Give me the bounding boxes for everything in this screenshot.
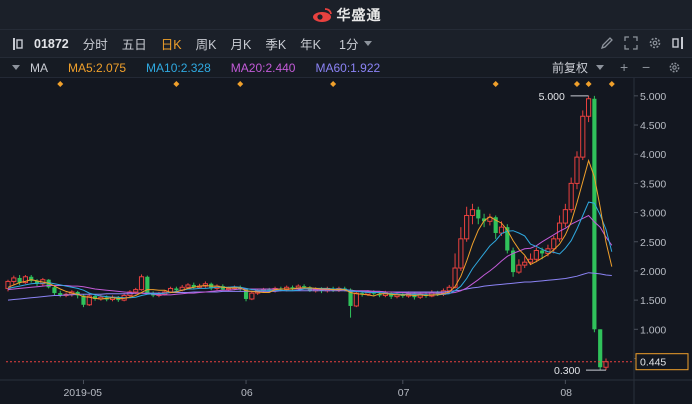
brand-name: 华盛通 bbox=[336, 6, 382, 23]
y-tick-label: 4.500 bbox=[640, 120, 666, 132]
candle-body-up[interactable] bbox=[522, 261, 528, 266]
candle-body-up[interactable] bbox=[353, 292, 359, 307]
indicator-settings-icon[interactable] bbox=[668, 61, 681, 74]
x-tick-label: 08 bbox=[560, 387, 572, 399]
chevron-down-icon bbox=[596, 65, 605, 70]
collapse-chevron-icon[interactable] bbox=[12, 65, 20, 70]
chart-toolbar: 01872 分时 五日 日K 周K 月K 季K 年K 1分 bbox=[0, 30, 692, 58]
candle-body-up[interactable] bbox=[226, 287, 232, 291]
y-tick-label: 2.000 bbox=[640, 266, 666, 278]
candle-body-down[interactable] bbox=[174, 288, 179, 291]
candle-body-up[interactable] bbox=[11, 277, 17, 282]
candle-body-up[interactable] bbox=[562, 209, 568, 224]
y-tick-label: 5.000 bbox=[640, 91, 666, 103]
tab-quarterly-k[interactable]: 季K bbox=[265, 34, 286, 53]
ma-indicator-bar: MA MA5:2.075 MA10:2.328 MA20:2.440 MA60:… bbox=[0, 58, 692, 78]
x-tick-label: 07 bbox=[398, 387, 410, 399]
event-marker-icon[interactable] bbox=[330, 81, 337, 87]
ma20-value: MA20:2.440 bbox=[230, 60, 296, 75]
y-tick-label: 1.500 bbox=[640, 295, 666, 307]
candle-body-up[interactable] bbox=[464, 214, 470, 240]
tab-monthly-k[interactable]: 月K bbox=[230, 34, 251, 53]
high-price-label: 5.000 bbox=[539, 91, 565, 103]
event-marker-icon[interactable] bbox=[173, 81, 180, 87]
event-marker-icon[interactable] bbox=[57, 81, 64, 87]
candle-body-down[interactable] bbox=[52, 287, 57, 294]
y-tick-label: 3.500 bbox=[640, 178, 666, 190]
price-adjust-dropdown[interactable]: 前复权 bbox=[552, 59, 605, 76]
ma5-line bbox=[7, 158, 613, 300]
last-price-value: 0.445 bbox=[640, 357, 666, 369]
y-tick-label: 2.500 bbox=[640, 237, 666, 249]
y-tick-label: 1.000 bbox=[640, 324, 666, 336]
expand-icon[interactable] bbox=[624, 36, 638, 50]
interval-dropdown[interactable]: 1分 bbox=[339, 34, 373, 53]
candle-body-up[interactable] bbox=[458, 238, 464, 269]
stock-code: 01872 bbox=[34, 36, 69, 51]
settings-gear-icon[interactable] bbox=[648, 36, 662, 50]
remove-indicator-button[interactable]: − bbox=[642, 59, 650, 75]
event-marker-icon[interactable] bbox=[608, 81, 615, 87]
candle-body-down[interactable] bbox=[540, 250, 545, 254]
tab-daily-k[interactable]: 日K bbox=[161, 34, 182, 53]
candle-body-up[interactable] bbox=[574, 156, 580, 184]
panel-toggle-icon[interactable] bbox=[12, 37, 24, 51]
ma5-value: MA5:2.075 bbox=[68, 60, 127, 75]
candle-body-up[interactable] bbox=[249, 292, 255, 300]
x-tick-label: 06 bbox=[241, 387, 253, 399]
candle-body-up[interactable] bbox=[580, 115, 586, 158]
candle-body-up[interactable] bbox=[568, 182, 574, 211]
ma10-value: MA10:2.328 bbox=[146, 60, 211, 75]
candle-body-up[interactable] bbox=[138, 276, 145, 291]
candle-body-up[interactable] bbox=[185, 284, 191, 288]
event-marker-icon[interactable] bbox=[585, 81, 592, 87]
candle-body-down[interactable] bbox=[592, 98, 597, 330]
brand-logo-icon bbox=[312, 7, 332, 22]
chevron-down-icon bbox=[364, 41, 373, 46]
candle-body-down[interactable] bbox=[302, 286, 307, 288]
ma20-line bbox=[7, 214, 613, 296]
tab-weekly-k[interactable]: 周K bbox=[196, 34, 217, 53]
y-tick-label: 4.000 bbox=[640, 149, 666, 161]
app-header: 华盛通 bbox=[0, 0, 692, 30]
x-tick-label: 2019-05 bbox=[63, 387, 102, 399]
candle-body-up[interactable] bbox=[551, 238, 557, 250]
event-marker-icon[interactable] bbox=[237, 81, 244, 87]
brand: 华盛通 bbox=[311, 5, 382, 25]
candle-body-down[interactable] bbox=[476, 209, 481, 219]
event-marker-icon[interactable] bbox=[573, 81, 580, 87]
candle-body-up[interactable] bbox=[469, 209, 476, 216]
ma60-value: MA60:1.922 bbox=[315, 60, 381, 75]
candle-body-up[interactable] bbox=[498, 226, 505, 234]
candle-body-up[interactable] bbox=[133, 289, 139, 293]
y-tick-label: 3.000 bbox=[640, 208, 666, 220]
add-indicator-button[interactable]: + bbox=[620, 59, 628, 75]
indicator-name[interactable]: MA bbox=[30, 61, 48, 75]
tab-intraday[interactable]: 分时 bbox=[83, 34, 108, 53]
draw-pen-icon[interactable] bbox=[600, 36, 614, 50]
price-adjust-label: 前复权 bbox=[552, 61, 589, 75]
candle-body-up[interactable] bbox=[585, 98, 592, 117]
toolbar-actions bbox=[600, 36, 684, 50]
panel-right-icon[interactable] bbox=[672, 36, 684, 50]
event-marker-icon[interactable] bbox=[492, 81, 499, 87]
candle-body-up[interactable] bbox=[603, 361, 609, 368]
candlestick-chart[interactable]: 5.000 4.500 4.000 3.500 3.000 2.500 2.000 1.500… bbox=[0, 78, 692, 404]
tab-yearly-k[interactable]: 年K bbox=[300, 34, 321, 53]
candle-body-up[interactable] bbox=[533, 250, 539, 260]
candle-body-up[interactable] bbox=[5, 280, 11, 289]
tab-five-day[interactable]: 五日 bbox=[122, 34, 147, 53]
interval-label: 1分 bbox=[339, 38, 359, 52]
candle-body-up[interactable] bbox=[516, 264, 522, 273]
low-price-label: 0.300 bbox=[554, 365, 580, 377]
